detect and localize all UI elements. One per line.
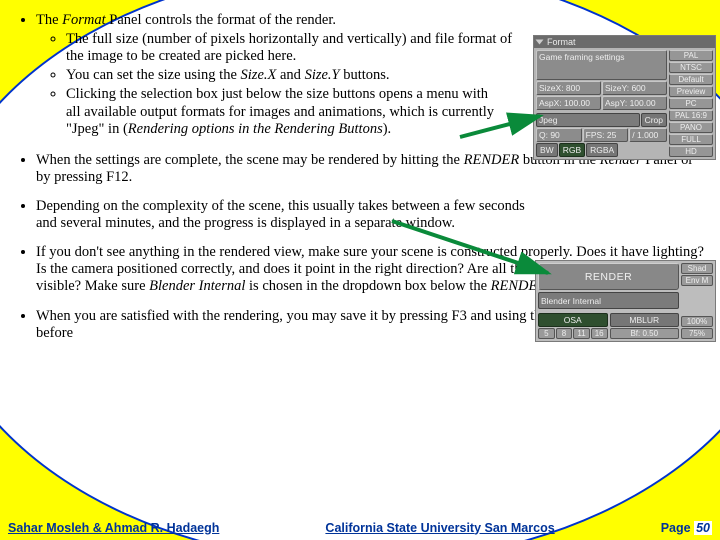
fps-field[interactable]: FPS: 25: [583, 128, 629, 142]
format-panel-header[interactable]: Format: [534, 36, 715, 48]
bullet-format-panel: The Format Panel controls the format of …: [36, 12, 526, 138]
preset-pal169[interactable]: PAL 16:9: [669, 110, 713, 121]
osa-8[interactable]: 8: [556, 328, 573, 339]
preset-default[interactable]: Default: [669, 74, 713, 85]
osa-5[interactable]: 5: [538, 328, 555, 339]
subbullet-fullsize: The full size (number of pixels horizont…: [66, 31, 526, 65]
crop-toggle[interactable]: Crop: [641, 113, 667, 127]
preset-pc[interactable]: PC: [669, 98, 713, 109]
game-framing-button[interactable]: Game framing settings: [536, 50, 667, 80]
output-format-selector[interactable]: Jpeg: [536, 113, 640, 127]
envmap-toggle[interactable]: Env M: [681, 275, 713, 286]
footer-page: Page 50: [661, 521, 712, 535]
shadow-toggle[interactable]: Shad: [681, 263, 713, 274]
collapse-triangle-icon: [536, 40, 544, 45]
render-panel: RENDER Blender Internal OSA 5 8 11 16: [535, 260, 716, 342]
osa-toggle[interactable]: OSA: [538, 313, 608, 327]
osa-16[interactable]: 16: [591, 328, 608, 339]
osa-11[interactable]: 11: [573, 328, 590, 339]
format-panel: Format Game framing settings SizeX: 800 …: [533, 35, 716, 160]
preset-preview[interactable]: Preview: [669, 86, 713, 97]
bf-field[interactable]: Bf: 0.50: [610, 328, 680, 339]
rgba-toggle[interactable]: RGBA: [586, 143, 618, 157]
render-button[interactable]: RENDER: [538, 263, 679, 290]
panel-title: Format: [547, 37, 576, 47]
footer-authors: Sahar Mosleh & Ahmad R. Hadaegh: [8, 521, 219, 535]
footer-university: California State University San Marcos: [219, 521, 660, 535]
bullet-depending: Depending on the complexity of the scene…: [36, 198, 526, 232]
subbullet-sizexy: You can set the size using the Size.X an…: [66, 67, 526, 84]
preset-pal[interactable]: PAL: [669, 50, 713, 61]
preset-hd[interactable]: HD: [669, 146, 713, 157]
preset-pano[interactable]: PANO: [669, 122, 713, 133]
sizex-field[interactable]: SizeX: 800: [536, 81, 601, 95]
aspy-field[interactable]: AspY: 100.00: [602, 96, 667, 110]
subbullet-selection-box: Clicking the selection box just below th…: [66, 86, 506, 137]
fps-frac-field[interactable]: / 1.000: [629, 128, 667, 142]
slide-footer: Sahar Mosleh & Ahmad R. Hadaegh Californ…: [0, 515, 720, 540]
aspx-field[interactable]: AspX: 100.00: [536, 96, 601, 110]
mblur-toggle[interactable]: MBLUR: [610, 313, 680, 327]
preset-full[interactable]: FULL: [669, 134, 713, 145]
footer-page-number: 50: [694, 521, 712, 535]
pct-100[interactable]: 100%: [681, 316, 713, 327]
sizey-field[interactable]: SizeY: 600: [602, 81, 667, 95]
preset-column: PAL NTSC Default Preview PC PAL 16:9 PAN…: [669, 50, 713, 157]
footer-page-label: Page: [661, 521, 691, 535]
quality-field[interactable]: Q: 90: [536, 128, 582, 142]
preset-ntsc[interactable]: NTSC: [669, 62, 713, 73]
pct-75[interactable]: 75%: [681, 328, 713, 339]
bw-toggle[interactable]: BW: [536, 143, 558, 157]
rgb-toggle[interactable]: RGB: [559, 143, 585, 157]
text: The Format Panel controls the format of …: [36, 12, 336, 28]
render-engine-selector[interactable]: Blender Internal: [538, 292, 679, 309]
